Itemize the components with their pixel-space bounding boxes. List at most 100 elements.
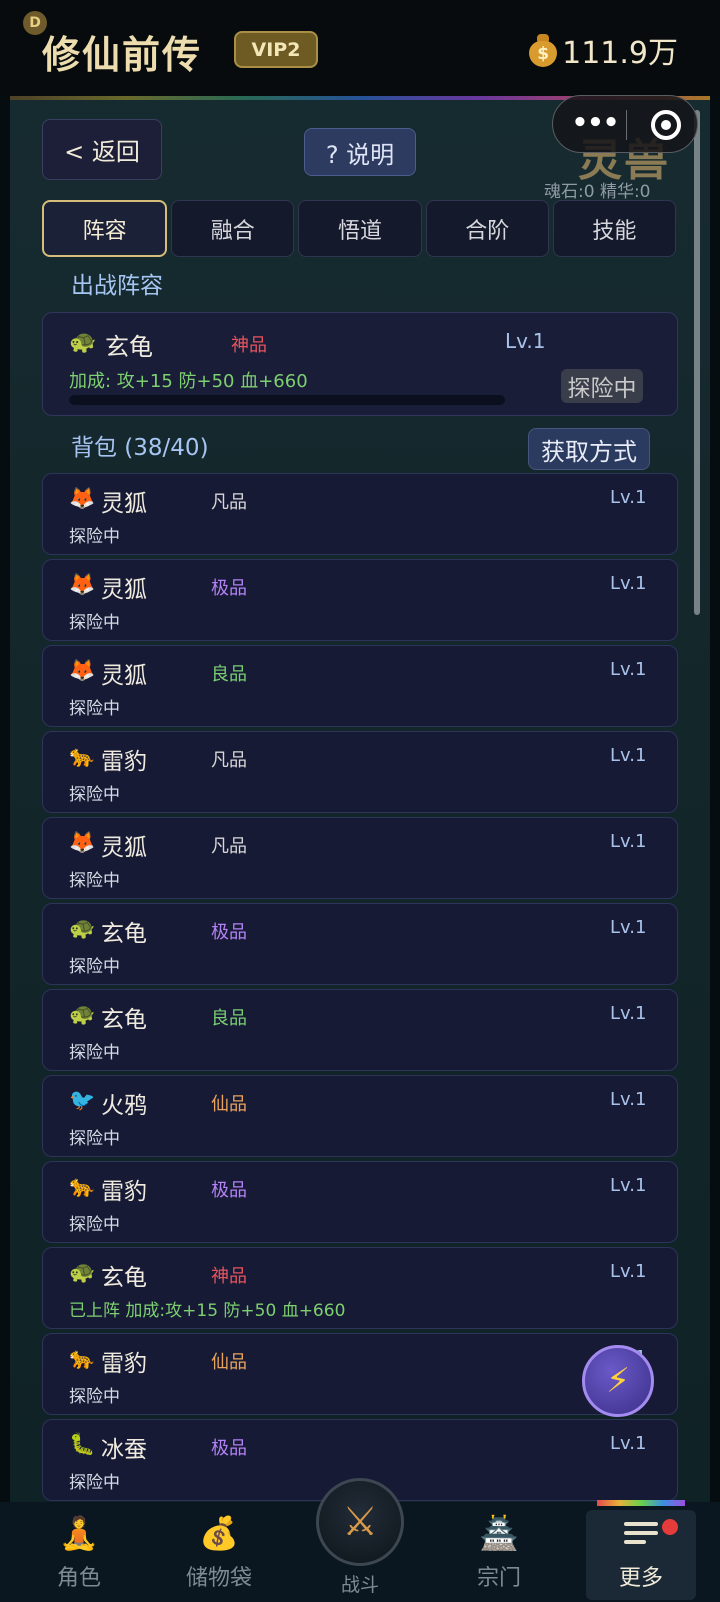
pet-icon: 🐦 (69, 1088, 96, 1112)
pet-level: Lv.1 (610, 1089, 647, 1110)
nav-item-sect[interactable]: 🏯 宗门 (444, 1510, 554, 1600)
help-button[interactable]: ? 说明 (304, 128, 416, 176)
app-title: 修仙前传 (42, 33, 203, 77)
pet-status: 探险中 (69, 1129, 120, 1149)
meditating-figure-icon: 🧘 (59, 1514, 99, 1552)
quick-action-button[interactable]: ⚡ (582, 1345, 654, 1417)
back-button[interactable]: < 返回 (42, 119, 162, 180)
pet-rarity: 仙品 (211, 1352, 247, 1373)
pet-rarity: 神品 (211, 1266, 247, 1287)
tab-4[interactable]: 技能 (552, 200, 677, 257)
pet-card[interactable]: 🐢 玄龟 极品 Lv.1 探险中 (42, 903, 678, 985)
bag-section-title: 背包 (38/40) (71, 435, 209, 461)
vip-badge[interactable]: VIP2 (234, 31, 318, 68)
pet-icon: 🐢 (69, 916, 96, 940)
close-target-icon[interactable] (651, 110, 681, 140)
pet-card[interactable]: 🦊 灵狐 良品 Lv.1 探险中 (42, 645, 678, 727)
pet-status: 探险中 (69, 785, 120, 805)
pet-status: 探险中 (69, 1043, 120, 1063)
formation-card[interactable]: 🐢 玄龟 神品 Lv.1 加成: 攻+15 防+50 血+660 探险中 (42, 312, 678, 416)
pet-name: 灵狐 (101, 491, 147, 517)
pet-rarity: 极品 (211, 922, 247, 943)
pet-card[interactable]: 🦊 灵狐 极品 Lv.1 探险中 (42, 559, 678, 641)
notification-dot (662, 1519, 678, 1535)
pet-rarity: 极品 (211, 1180, 247, 1201)
money-bag-icon: $ (528, 32, 558, 68)
battle-button[interactable]: ⚔ (316, 1478, 404, 1566)
pet-name: 玄龟 (101, 1265, 147, 1291)
more-options-icon[interactable]: ••• (571, 110, 620, 140)
pet-card[interactable]: 🐦 火鸦 仙品 Lv.1 探险中 (42, 1075, 678, 1157)
pet-status: 已上阵 加成:攻+15 防+50 血+660 (69, 1301, 346, 1321)
coin-amount: 111.9万 (562, 36, 678, 71)
pet-level: Lv.1 (610, 1175, 647, 1196)
top-header: D 修仙前传 VIP2 $ 111.9万 (0, 0, 720, 96)
pet-card[interactable]: 🐢 玄龟 良品 Lv.1 探险中 (42, 989, 678, 1071)
nav-item-role[interactable]: 🧘 角色 (24, 1510, 134, 1600)
pet-status: 探险中 (69, 1387, 120, 1407)
capsule-divider (626, 110, 627, 140)
turtle-icon: 🐢 (69, 330, 97, 355)
pet-bonus: 加成: 攻+15 防+50 血+660 (69, 371, 308, 392)
pet-level: Lv.1 (610, 573, 647, 594)
pet-name: 灵狐 (101, 577, 147, 603)
nav-item-more[interactable]: 更多 (586, 1510, 696, 1600)
scrollbar[interactable] (694, 110, 700, 615)
pet-rarity: 凡品 (211, 492, 247, 513)
coin-balance: $ 111.9万 (528, 28, 678, 72)
pet-card[interactable]: 🦊 灵狐 凡品 Lv.1 探险中 (42, 473, 678, 555)
pet-name: 玄龟 (101, 1007, 147, 1033)
obtain-method-button[interactable]: 获取方式 (528, 428, 650, 470)
nav-item-label: 宗门 (476, 1566, 521, 1591)
pet-name: 冰蚕 (101, 1437, 147, 1463)
pet-icon: 🦊 (69, 658, 96, 682)
pet-name: 玄龟 (105, 333, 153, 361)
pet-icon: 🐛 (69, 1432, 96, 1456)
pet-rarity: 神品 (231, 335, 267, 356)
pet-level: Lv.1 (505, 329, 546, 353)
pet-name: 玄龟 (101, 921, 147, 947)
pet-level: Lv.1 (610, 1261, 647, 1282)
pet-name: 灵狐 (101, 835, 147, 861)
pet-icon: 🦊 (69, 572, 96, 596)
tab-3[interactable]: 合阶 (425, 200, 549, 257)
pet-rarity: 良品 (211, 664, 247, 685)
pet-status: 探险中 (69, 871, 120, 891)
resource-counter: 魂石:0 精华:0 (544, 182, 651, 202)
tab-bar: 阵容 融合 悟道 合阶 技能 (42, 200, 677, 257)
pet-status: 探险中 (69, 699, 120, 719)
status-badge: 探险中 (561, 369, 643, 403)
pet-icon: 🦊 (69, 486, 96, 510)
pet-status: 探险中 (69, 613, 120, 633)
pet-icon: 🐆 (69, 744, 96, 768)
pet-level: Lv.1 (610, 831, 647, 852)
pet-card[interactable]: 🐢 玄龟 神品 Lv.1 已上阵 加成:攻+15 防+50 血+660 (42, 1247, 678, 1329)
pet-card[interactable]: 🐆 雷豹 凡品 Lv.1 探险中 (42, 731, 678, 813)
pet-icon: 🐆 (69, 1174, 96, 1198)
tab-1[interactable]: 融合 (171, 200, 295, 257)
pet-status: 探险中 (69, 957, 120, 977)
pet-name: 灵狐 (101, 663, 147, 689)
formation-progress-bar (69, 395, 505, 405)
nav-item-label: 角色 (56, 1566, 101, 1591)
pet-name: 雷豹 (101, 1351, 147, 1377)
pet-level: Lv.1 (610, 1003, 647, 1024)
pet-card[interactable]: 🐆 雷豹 极品 Lv.1 探险中 (42, 1161, 678, 1243)
pet-card[interactable]: 🦊 灵狐 凡品 Lv.1 探险中 (42, 817, 678, 899)
pet-level: Lv.1 (610, 1433, 647, 1454)
formation-section-title: 出战阵容 (71, 273, 163, 299)
temple-icon: 🏯 (479, 1514, 519, 1552)
nav-item-storage[interactable]: 💰 储物袋 (164, 1510, 274, 1600)
nav-item-label: 更多 (618, 1566, 663, 1591)
pet-rarity: 极品 (211, 1438, 247, 1459)
storage-bag-icon: 💰 (199, 1514, 239, 1552)
crossed-swords-icon: ⚔ (342, 1499, 378, 1545)
pet-icon: 🐢 (69, 1002, 96, 1026)
pet-rarity: 良品 (211, 1008, 247, 1029)
mini-program-capsule: ••• (552, 95, 698, 153)
pet-level: Lv.1 (610, 487, 647, 508)
pet-icon: 🐢 (69, 1260, 96, 1284)
pet-name: 火鸦 (101, 1093, 147, 1119)
tab-2[interactable]: 悟道 (298, 200, 422, 257)
tab-0[interactable]: 阵容 (42, 200, 168, 257)
